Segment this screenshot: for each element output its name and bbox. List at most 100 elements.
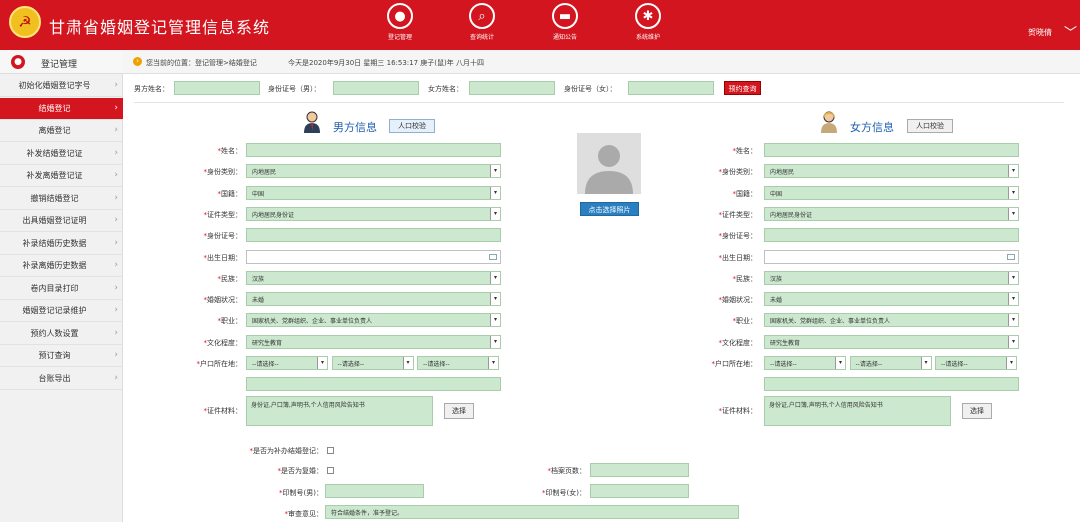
photo-placeholder[interactable] [577,133,641,194]
male-id-search-input[interactable] [333,81,419,95]
male-nationality-select[interactable]: 中国 ▾ [246,185,501,200]
dropdown-arrow-icon[interactable]: ▾ [490,207,500,220]
archive-pages-input[interactable] [590,463,689,477]
dropdown-arrow-icon[interactable]: ▾ [1008,335,1018,348]
sidebar-item[interactable]: 补录离婚历史数据 › [0,255,123,277]
male-material-textarea[interactable]: 身份证,户口簿,声明书,个人信用风险告知书 [246,396,433,426]
dropdown-arrow-icon[interactable]: ▾ [490,293,500,306]
sidebar-item[interactable]: 初始化婚姻登记字号 › [0,75,123,97]
dropdown-arrow-icon[interactable]: ▾ [402,357,413,369]
nav-notice[interactable]: ▬ 通知公告 [535,3,595,41]
field-label: 证件材料： [207,407,242,415]
female-hukou-province-select[interactable]: --请选择-- ▾ [764,356,846,370]
male-name-search-input[interactable] [174,81,260,95]
female-marital-status-select[interactable]: 未婚 ▾ [764,292,1019,307]
dropdown-arrow-icon[interactable]: ▾ [1008,271,1018,284]
dropdown-arrow-icon[interactable]: ▾ [490,335,500,348]
male-population-check-button[interactable]: 人口校验 [389,119,435,133]
dropdown-arrow-icon[interactable]: ▾ [1008,165,1018,178]
female-population-check-button[interactable]: 人口校验 [907,119,953,133]
male-id-number-input[interactable] [246,228,501,243]
dropdown-arrow-icon[interactable]: ▾ [490,271,500,284]
dropdown-arrow-icon[interactable]: ▾ [1008,293,1018,306]
male-marital-status-select[interactable]: 未婚 ▾ [246,292,501,307]
male-material-select-button[interactable]: 选择 [444,403,474,419]
sidebar-item[interactable]: 预约人数设置 › [0,323,123,345]
select-photo-button[interactable]: 点击选择照片 [580,202,639,216]
male-cert-type-select[interactable]: 内地居民身份证 ▾ [246,206,501,221]
field-label: 姓名： [221,147,242,155]
nav-system[interactable]: ✱ 系统维护 [618,3,678,41]
dropdown-arrow-icon[interactable]: ▾ [488,357,498,369]
sidebar-item[interactable]: 预订查询 › [0,345,123,367]
nav-registration[interactable]: ● 登记管理 [370,3,430,41]
dropdown-arrow-icon[interactable]: ▾ [1008,186,1018,199]
male-hukou-address-input[interactable] [246,377,501,391]
print-no-female-input[interactable] [590,484,689,498]
sidebar-item[interactable]: 出具婚姻登记证明 › [0,210,123,232]
dropdown-arrow-icon[interactable]: ▾ [1008,207,1018,220]
sidebar-item[interactable]: 卷内目录打印 › [0,278,123,300]
dropdown-arrow-icon[interactable]: ▾ [1008,314,1018,327]
dropdown-arrow-icon[interactable]: ▾ [490,165,500,178]
sidebar-item[interactable]: 离婚登记 › [0,120,123,142]
sidebar-item[interactable]: 台账导出 › [0,368,123,390]
search-icon: ⌕ [469,3,495,29]
male-name-input[interactable] [246,143,501,157]
male-hukou-province-select[interactable]: --请选择-- ▾ [246,356,328,370]
female-hukou-city-select[interactable]: --请选择-- ▾ [849,356,932,370]
calendar-icon[interactable] [1007,253,1015,260]
female-name-search-input[interactable] [469,81,555,95]
female-material-textarea[interactable]: 身份证,户口簿,声明书,个人信用风险告知书 [764,396,951,426]
sidebar-item[interactable]: 撤销结婚登记 › [0,188,123,210]
female-material-label: *证件材料： [645,406,758,416]
female-occupation-select[interactable]: 国家机关、党群组织、企业、事业单位负责人 ▾ [764,313,1019,328]
female-id-type-select[interactable]: 内地居民 ▾ [764,164,1019,179]
dropdown-arrow-icon[interactable]: ▾ [490,314,500,327]
sidebar-item[interactable]: 补录结婚历史数据 › [0,233,123,255]
dropdown-arrow-icon[interactable]: ▾ [835,357,845,369]
appointment-query-button[interactable]: 预约查询 [724,81,761,95]
female-education-select[interactable]: 研究生教育 ▾ [764,334,1019,349]
calendar-icon[interactable] [489,253,497,260]
female-hukou-county-select[interactable]: --请选择-- ▾ [935,356,1017,370]
dropdown-arrow-icon[interactable]: ▾ [490,186,500,199]
male-ethnicity-select[interactable]: 汉族 ▾ [246,270,501,285]
sidebar-item[interactable]: 婚姻登记记录维护 › [0,300,123,322]
registration-icon: ● [11,55,25,69]
nav-query-stats[interactable]: ⌕ 查询统计 [452,3,512,41]
male-education-select[interactable]: 研究生教育 ▾ [246,334,501,349]
male-hukou-county-select[interactable]: --请选择-- ▾ [417,356,499,370]
field-value: --请选择-- [770,361,797,368]
male-hukou-city-select[interactable]: --请选择-- ▾ [331,356,414,370]
remarry-checkbox[interactable] [327,467,334,474]
female-ethnicity-select[interactable]: 汉族 ▾ [764,270,1019,285]
male-birth-date-input[interactable] [246,249,501,264]
female-birth-date-input[interactable] [764,249,1019,264]
dropdown-arrow-icon[interactable]: ▾ [317,357,327,369]
male-cert-type-label: *证件类型： [130,210,243,220]
sidebar-item[interactable]: 结婚登记 › [0,97,123,120]
chevron-down-icon[interactable]: ﹀ [1064,22,1077,41]
review-opinion-input[interactable]: 符合结婚条件，准予登记。 [325,505,739,519]
sidebar-item[interactable]: 补发结婚登记证 › [0,143,123,165]
female-nationality-select[interactable]: 中国 ▾ [764,185,1019,200]
dropdown-arrow-icon[interactable]: ▾ [920,357,931,369]
female-id-number-input[interactable] [764,228,1019,243]
female-cert-type-select[interactable]: 内地居民身份证 ▾ [764,206,1019,221]
sidebar-item[interactable]: 补发离婚登记证 › [0,165,123,187]
male-id-type-select[interactable]: 内地居民 ▾ [246,164,501,179]
user-name[interactable]: 贺晓倩 [1028,27,1052,38]
female-hukou-address-input[interactable] [764,377,1019,391]
male-occupation-select[interactable]: 国家机关、党群组织、企业、事业单位负责人 ▾ [246,313,501,328]
dropdown-arrow-icon[interactable]: ▾ [1006,357,1016,369]
female-name-input[interactable] [764,143,1019,157]
supplement-checkbox[interactable] [327,447,334,454]
print-no-male-input[interactable] [325,484,424,498]
chevron-right-icon: › [114,260,118,270]
female-material-select-button[interactable]: 选择 [962,403,992,419]
sidebar-item-label: 结婚登记 [38,103,71,113]
field-value: 中国 [770,190,783,198]
male-info-title: 男方信息 [333,121,377,134]
female-id-search-input[interactable] [628,81,714,95]
